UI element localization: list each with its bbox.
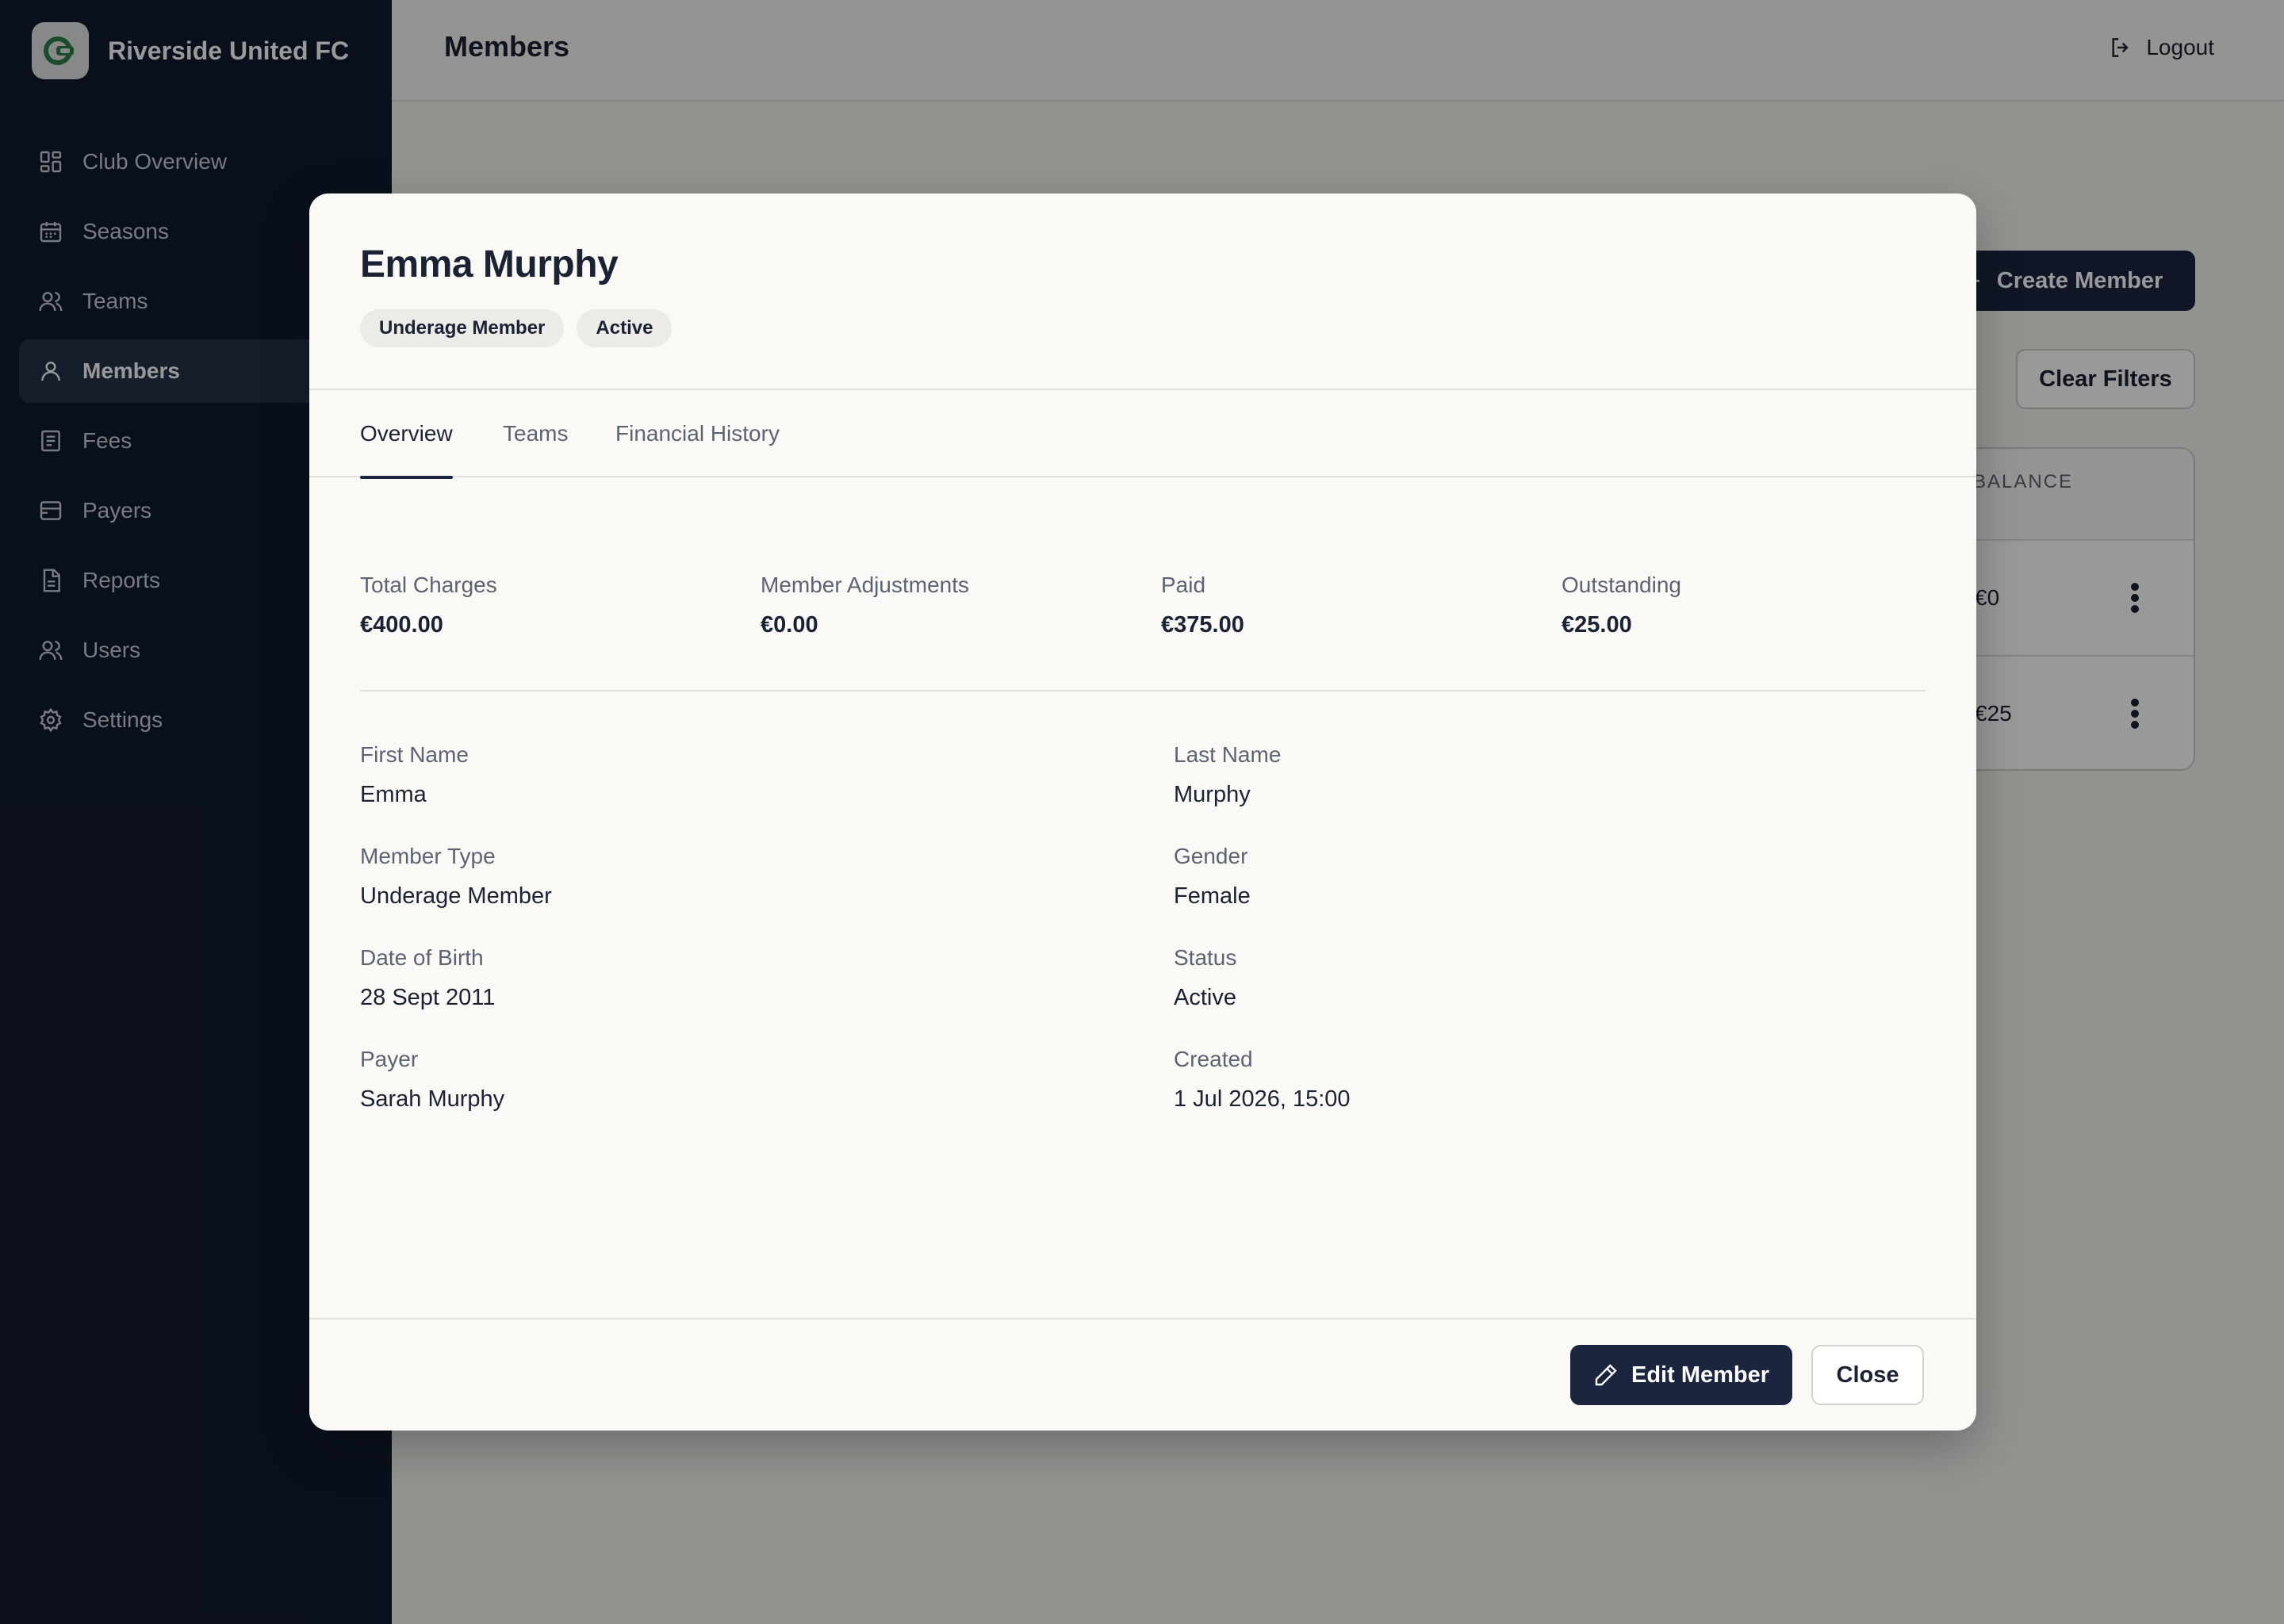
edit-member-button[interactable]: Edit Member	[1570, 1345, 1792, 1405]
financial-summary: Total Charges €400.00 Member Adjustments…	[360, 573, 1926, 691]
stat-value: €375.00	[1161, 612, 1244, 638]
stat-value: €25.00	[1562, 612, 1632, 638]
member-detail-modal: Emma Murphy Underage Member Active Overv…	[309, 193, 1976, 1431]
edit-member-label: Edit Member	[1631, 1362, 1770, 1388]
modal-tabs: Overview Teams Financial History	[309, 390, 1976, 479]
field-date-of-birth: Date of Birth 28 Sept 2011	[360, 945, 495, 1011]
member-type-badge: Underage Member	[360, 309, 565, 347]
field-value: 1 Jul 2026, 15:00	[1174, 1086, 1351, 1112]
stat-value: €0.00	[761, 612, 818, 638]
tab-overview[interactable]: Overview	[360, 390, 453, 479]
field-first-name: First Name Emma	[360, 742, 469, 808]
field-label: Gender	[1174, 844, 1248, 868]
stat-label: Member Adjustments	[761, 573, 969, 597]
field-value: Emma	[360, 782, 427, 807]
stat-label: Total Charges	[360, 573, 497, 597]
badge-group: Underage Member Active	[360, 309, 684, 347]
stat-outstanding: Outstanding €25.00	[1562, 573, 1681, 638]
field-value: Sarah Murphy	[360, 1086, 505, 1112]
field-created: Created 1 Jul 2026, 15:00	[1174, 1047, 1351, 1113]
field-last-name: Last Name Murphy	[1174, 742, 1281, 808]
modal-header: Emma Murphy Underage Member Active	[309, 193, 1976, 390]
field-value: Active	[1174, 985, 1236, 1010]
stat-member-adjustments: Member Adjustments €0.00	[761, 573, 969, 638]
member-name: Emma Murphy	[360, 243, 619, 285]
field-label: Last Name	[1174, 742, 1282, 767]
field-payer: Payer Sarah Murphy	[360, 1047, 504, 1113]
field-status: Status Active	[1174, 945, 1236, 1011]
field-label: Date of Birth	[360, 945, 484, 970]
pencil-icon	[1595, 1364, 1617, 1386]
stat-value: €400.00	[360, 612, 443, 638]
stat-label: Paid	[1161, 573, 1206, 597]
modal-footer: Edit Member Close	[309, 1318, 1976, 1431]
field-value: Murphy	[1174, 782, 1251, 807]
field-gender: Gender Female	[1174, 844, 1251, 910]
close-label: Close	[1836, 1362, 1899, 1388]
field-value: Underage Member	[360, 883, 552, 909]
tab-teams[interactable]: Teams	[503, 390, 568, 477]
field-label: Created	[1174, 1047, 1253, 1071]
close-button[interactable]: Close	[1811, 1345, 1924, 1405]
field-label: Member Type	[360, 844, 496, 868]
stat-total-charges: Total Charges €400.00	[360, 573, 497, 638]
field-value: Female	[1174, 883, 1251, 909]
tab-financial-history[interactable]: Financial History	[615, 390, 780, 477]
field-label: First Name	[360, 742, 469, 767]
field-value: 28 Sept 2011	[360, 985, 496, 1010]
stat-label: Outstanding	[1562, 573, 1681, 597]
field-label: Status	[1174, 945, 1237, 970]
field-member-type: Member Type Underage Member	[360, 844, 552, 910]
stat-paid: Paid €375.00	[1161, 573, 1244, 638]
status-badge: Active	[577, 309, 673, 347]
field-label: Payer	[360, 1047, 419, 1071]
